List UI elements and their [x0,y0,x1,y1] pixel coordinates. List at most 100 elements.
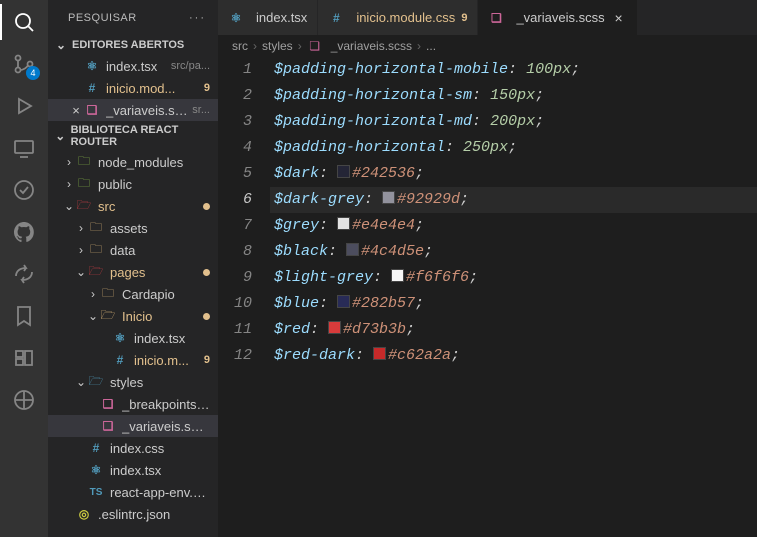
chevron-down-icon: ⌄ [86,309,100,323]
folder-icon: 🗁 [76,198,92,214]
project-icon[interactable] [12,346,36,370]
tree-label: Inicio [122,309,203,324]
file-meta: sr... [192,104,210,116]
react-icon: ⚛ [228,10,244,26]
chevron-down-icon: ⌄ [54,38,68,52]
code-line[interactable]: $padding-horizontal: 250px; [270,135,757,161]
breadcrumb-part[interactable]: _variaveis.scss [331,39,412,53]
activity-bar: 4 [0,0,48,537]
folder-item[interactable]: ›🗀Cardapio [48,283,218,305]
file-tree: ›🗀node_modules›🗀public⌄🗁src›🗀assets›🗀dat… [48,151,218,525]
folder-item[interactable]: ›🗀data [48,239,218,261]
folder-item[interactable]: ⌄🗁src [48,195,218,217]
project-header[interactable]: ⌄ BIBLIOTECA REACT ROUTER [48,121,218,151]
tree-label: react-app-env.d... [110,485,210,500]
file-item[interactable]: ⚛index.tsx [48,327,218,349]
close-icon[interactable]: × [68,103,84,118]
code-line[interactable]: $dark-grey: #92929d; [270,187,757,213]
ts-icon: TS [88,484,104,500]
tab-label: inicio.module.css [356,10,455,25]
scss-icon: ❏ [100,418,116,434]
folder-icon: 🗀 [76,154,92,170]
breadcrumb-part[interactable]: styles [262,39,293,53]
folder-icon: 🗀 [88,242,104,258]
tree-label: styles [110,375,210,390]
remote-icon[interactable] [12,136,36,160]
file-item[interactable]: ❏ _breakpoints.s... [48,393,218,415]
tab-label: index.tsx [256,10,307,25]
code-line[interactable]: $red: #d73b3b; [270,317,757,343]
code-line[interactable]: $padding-horizontal-mobile: 100px; [270,57,757,83]
file-item[interactable]: ◎.eslintrc.json [48,503,218,525]
css-icon: # [112,352,128,368]
folder-icon: 🗀 [100,286,116,302]
debug-icon[interactable] [12,94,36,118]
open-editor-item[interactable]: #inicio.mod...9 [48,77,218,99]
more-icon[interactable]: ··· [189,12,206,24]
css-icon: # [88,440,104,456]
css-icon: # [84,80,100,96]
testing-icon[interactable] [12,178,36,202]
code-line[interactable]: $black: #4c4d5e; [270,239,757,265]
color-swatch [391,269,404,282]
code-line[interactable]: $padding-horizontal-sm: 150px; [270,83,757,109]
share-icon[interactable] [12,262,36,286]
chevron-right-icon: › [417,39,421,53]
open-editor-item[interactable]: ⚛index.tsxsrc/pa... [48,55,218,77]
code-content[interactable]: $padding-horizontal-mobile: 100px;$paddi… [270,57,757,537]
open-editor-item[interactable]: ×❏_variaveis.scsssr... [48,99,218,121]
scss-icon: ❏ [488,10,504,26]
close-icon[interactable]: × [611,10,627,26]
editor-tab[interactable]: #inicio.module.css9 [318,0,478,35]
github-icon[interactable] [12,220,36,244]
chevron-right-icon: › [253,39,257,53]
folder-item[interactable]: ›🗀public [48,173,218,195]
file-item[interactable]: #index.css [48,437,218,459]
code-line[interactable]: $grey: #e4e4e4; [270,213,757,239]
file-item[interactable]: ⚛index.tsx [48,459,218,481]
file-item[interactable]: #inicio.m...9 [48,349,218,371]
breadcrumb[interactable]: src › styles › ❏ _variaveis.scss › ... [218,35,757,57]
color-swatch [337,217,350,230]
chevron-down-icon: ⌄ [62,199,76,213]
folder-item[interactable]: ⌄🗁pages [48,261,218,283]
code-line[interactable]: $padding-horizontal-md: 200px; [270,109,757,135]
tree-label: pages [110,265,203,280]
editor-tab[interactable]: ⚛ index.tsx [218,0,318,35]
tree-label: _breakpoints.s... [122,397,210,412]
color-swatch [328,321,341,334]
tree-label: index.tsx [134,331,210,346]
modified-dot-icon [203,269,210,276]
scss-icon: ❏ [84,102,100,118]
scss-icon: ❏ [100,396,116,412]
breadcrumb-part[interactable]: src [232,39,248,53]
docker-icon[interactable] [12,388,36,412]
chevron-down-icon: ⌄ [74,265,88,279]
folder-item[interactable]: ›🗀assets [48,217,218,239]
sidebar-title: PESQUISAR [68,12,137,24]
bookmark-icon[interactable] [12,304,36,328]
project-label: BIBLIOTECA REACT ROUTER [71,124,212,148]
folder-icon: 🗀 [88,220,104,236]
modified-dot-icon [203,313,210,320]
file-item[interactable]: TS react-app-env.d... [48,481,218,503]
chevron-right-icon: › [86,287,100,301]
code-line[interactable]: $dark: #242536; [270,161,757,187]
code-editor[interactable]: 123456789101112 $padding-horizontal-mobi… [218,57,757,537]
source-control-icon[interactable]: 4 [12,52,36,76]
sidebar: PESQUISAR ··· ⌄ EDITORES ABERTOS ⚛index.… [48,0,218,537]
code-line[interactable]: $red-dark: #c62a2a; [270,343,757,369]
folder-item[interactable]: ›🗀node_modules [48,151,218,173]
folder-item[interactable]: ⌄🗁Inicio [48,305,218,327]
file-item[interactable]: ❏_variaveis.scss [48,415,218,437]
color-swatch [373,347,386,360]
open-editors-header[interactable]: ⌄ EDITORES ABERTOS [48,35,218,55]
folder-item[interactable]: ⌄🗁styles [48,371,218,393]
css-icon: # [328,10,344,26]
editor-tab[interactable]: ❏_variaveis.scss× [478,0,637,35]
problem-count: 9 [204,354,210,366]
code-line[interactable]: $blue: #282b57; [270,291,757,317]
open-editors-list: ⚛index.tsxsrc/pa...#inicio.mod...9×❏_var… [48,55,218,121]
code-line[interactable]: $light-grey: #f6f6f6; [270,265,757,291]
search-icon[interactable] [12,10,36,34]
